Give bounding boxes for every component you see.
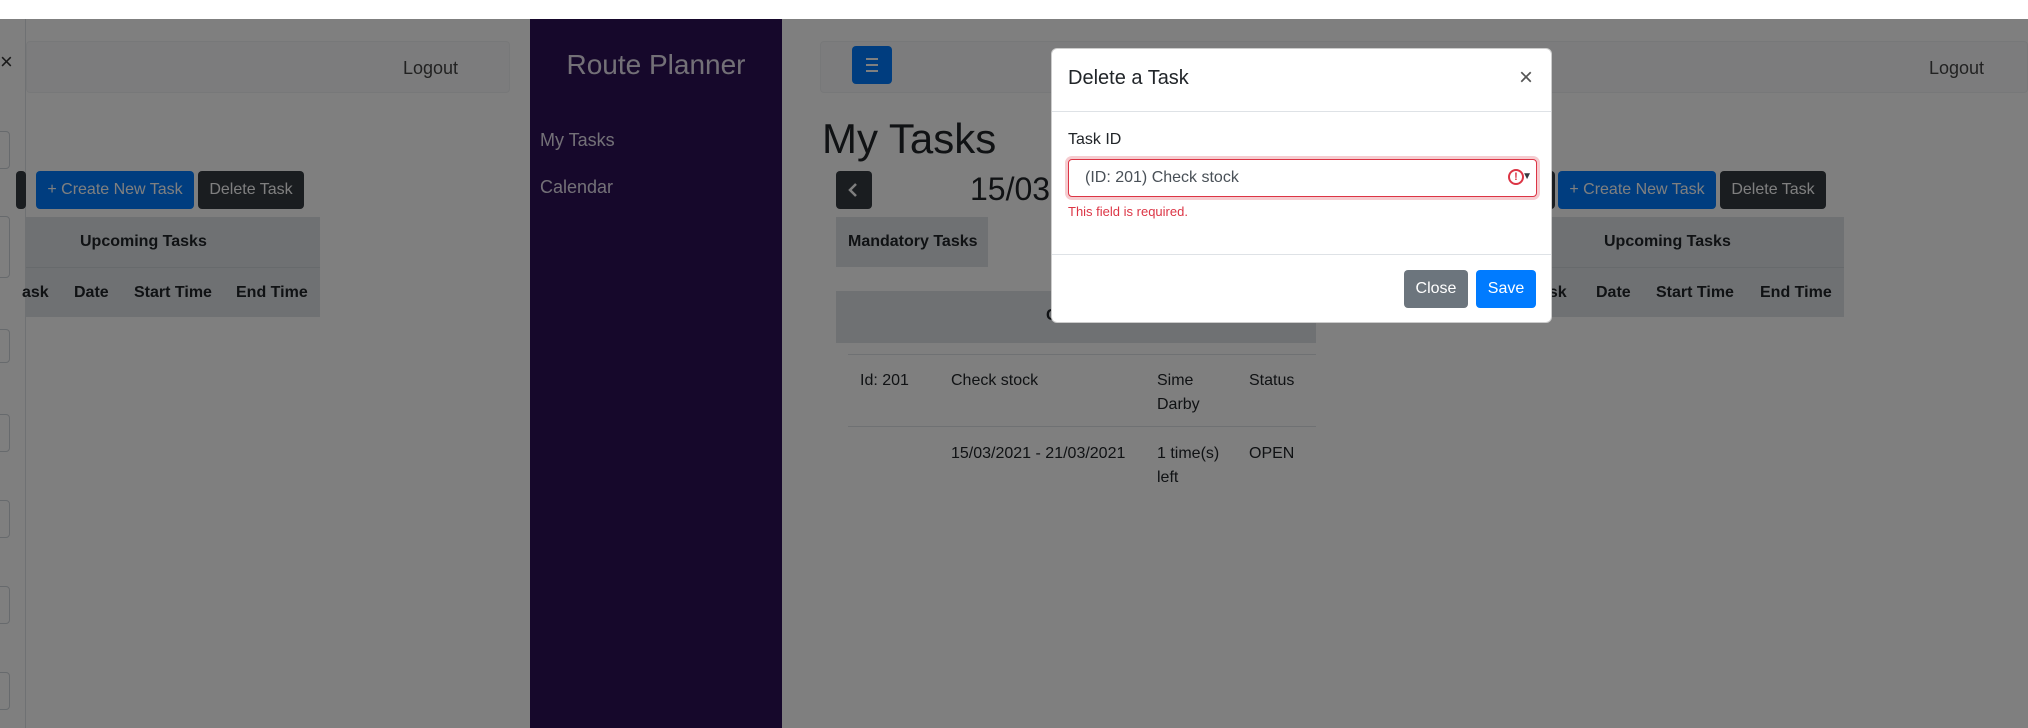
close-button[interactable]: Close [1404, 270, 1468, 308]
modal-close-icon[interactable]: × [1519, 64, 1533, 92]
field-error-message: This field is required. [1068, 204, 1188, 219]
delete-task-modal: Delete a Task × Task ID (ID: 201) Check … [1051, 48, 1552, 323]
chevron-down-icon: ▼ [1522, 171, 1532, 182]
modal-header-divider [1052, 111, 1551, 112]
save-button[interactable]: Save [1476, 270, 1536, 308]
top-strip [0, 0, 2028, 19]
modal-footer-divider [1052, 254, 1551, 255]
task-id-select[interactable]: (ID: 201) Check stock ! ▼ [1068, 159, 1537, 197]
modal-title: Delete a Task [1068, 67, 1189, 89]
task-id-label: Task ID [1068, 131, 1122, 148]
task-id-selected-value: (ID: 201) Check stock [1085, 169, 1239, 186]
modal-backdrop[interactable] [0, 0, 2028, 728]
